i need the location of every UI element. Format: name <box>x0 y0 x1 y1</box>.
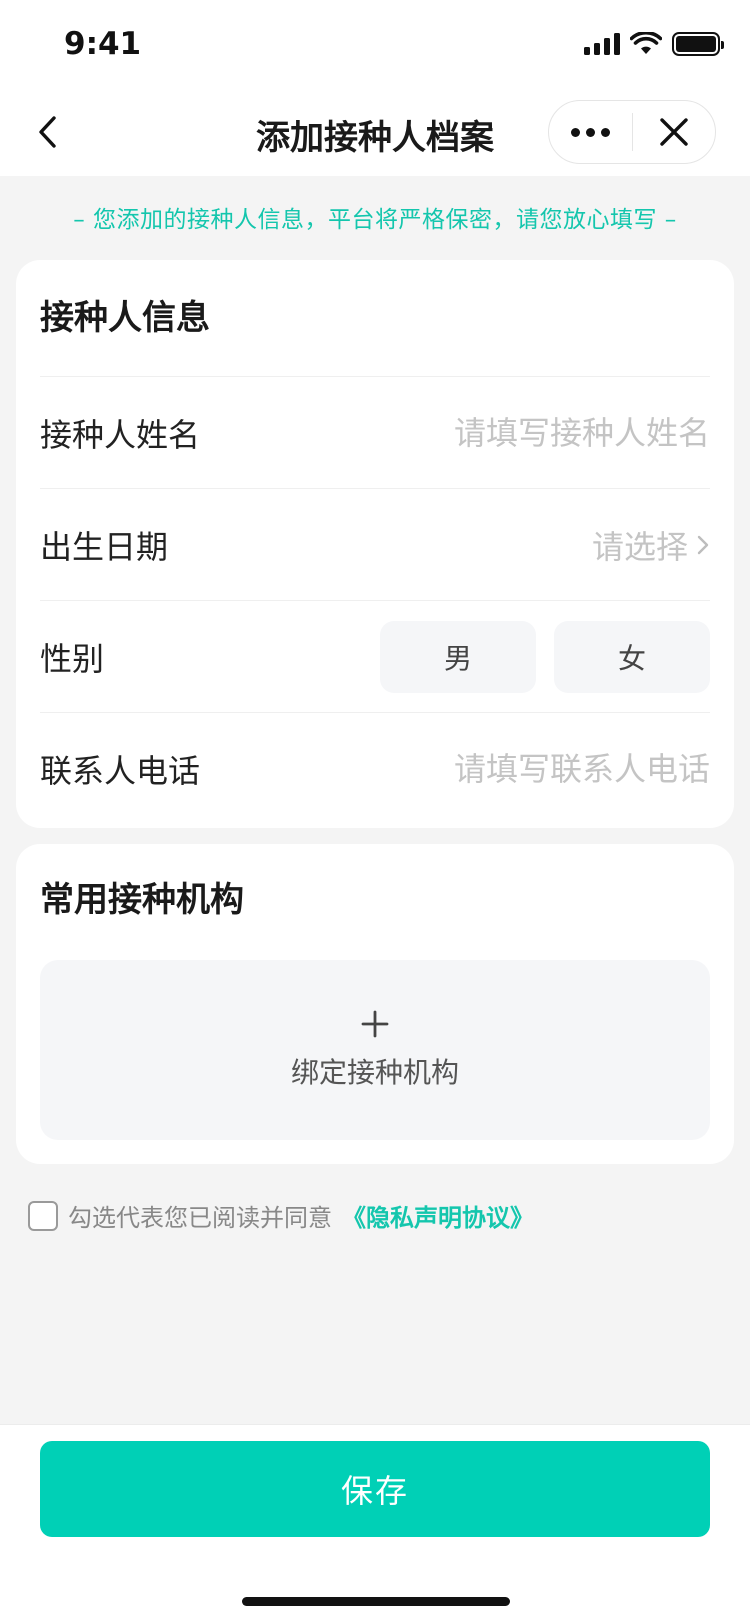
bind-org-label: 绑定接种机构 <box>290 1056 459 1089</box>
agreement-checkbox[interactable] <box>28 1200 58 1231</box>
footer-bar: 保存 <box>0 1424 750 1624</box>
nav-bar: 添加接种人档案 <box>0 88 750 176</box>
phone-input[interactable] <box>380 749 710 788</box>
agreement-row: 勾选代表您已阅读并同意 《隐私声明协议》 <box>28 1198 534 1233</box>
status-bar: 9:41 <box>0 0 750 88</box>
name-input[interactable] <box>380 413 710 452</box>
phone-row: 联系人电话 <box>40 712 710 824</box>
battery-icon <box>672 32 724 56</box>
status-icons <box>584 32 724 56</box>
wifi-icon <box>630 32 662 54</box>
status-time: 9:41 <box>64 26 142 62</box>
privacy-notice: – 您添加的接种人信息，平台将严格保密，请您放心填写 – <box>73 207 677 233</box>
vaccination-org-card: 常用接种机构 绑定接种机构 <box>16 844 734 1164</box>
home-indicator <box>242 1597 510 1606</box>
gender-row: 性别 男 女 <box>40 600 710 712</box>
name-row: 接种人姓名 <box>40 376 710 488</box>
close-icon <box>660 118 688 146</box>
plus-icon <box>361 1010 389 1038</box>
recipient-info-title: 接种人信息 <box>40 298 210 338</box>
vaccination-org-title: 常用接种机构 <box>40 880 244 920</box>
bind-org-button[interactable]: 绑定接种机构 <box>40 960 710 1140</box>
agreement-text: 勾选代表您已阅读并同意 <box>68 1204 332 1232</box>
phone-label: 联系人电话 <box>40 751 201 790</box>
gender-male-button[interactable]: 男 <box>380 620 536 693</box>
more-dots-icon <box>570 127 610 137</box>
save-button[interactable]: 保存 <box>40 1441 710 1537</box>
cellular-signal-icon <box>584 33 620 55</box>
more-button[interactable] <box>549 101 632 163</box>
privacy-agreement-link[interactable]: 《隐私声明协议》 <box>342 1198 534 1233</box>
chevron-right-icon <box>697 535 709 554</box>
birth-date-placeholder: 请选择 <box>591 527 688 566</box>
birth-date-picker[interactable]: 请选择 <box>592 522 710 568</box>
birth-date-label: 出生日期 <box>40 527 169 566</box>
mini-program-capsule <box>548 100 716 164</box>
birth-date-row[interactable]: 出生日期 请选择 <box>40 488 710 600</box>
name-label: 接种人姓名 <box>40 415 201 454</box>
gender-label: 性别 <box>40 639 105 678</box>
recipient-info-card: 接种人信息 接种人姓名 出生日期 请选择 性别 男 女 联系人电话 <box>16 260 734 828</box>
gender-female-button[interactable]: 女 <box>554 620 710 693</box>
close-button[interactable] <box>633 101 716 163</box>
gender-options: 男 女 <box>380 620 710 693</box>
